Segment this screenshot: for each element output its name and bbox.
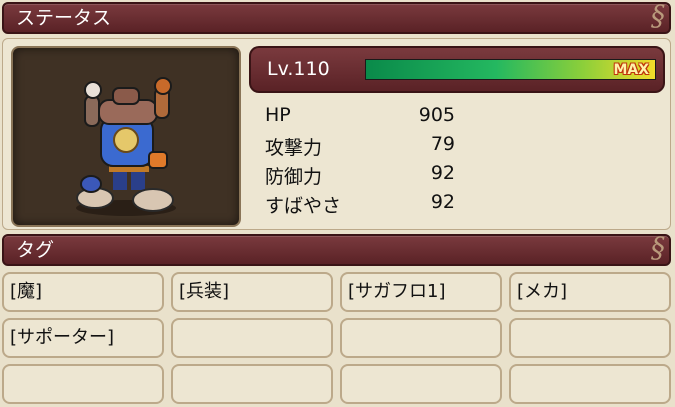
tags-header: タグ §	[2, 234, 671, 266]
ornament-curl-icon: §	[651, 231, 665, 264]
tag-slot[interactable]	[509, 318, 671, 358]
tag-slot[interactable]	[509, 364, 671, 404]
stat-label: 攻撃力	[265, 137, 323, 159]
tag-slot[interactable]: [メカ]	[509, 272, 671, 312]
stat-row-hp: HP 905	[265, 104, 465, 130]
stat-row-defense: 防御力 92	[265, 162, 465, 188]
status-header: ステータス §	[2, 2, 671, 34]
stat-row-speed: すばやさ 92	[265, 191, 465, 217]
level-box: Lv.110 MAX	[249, 46, 665, 93]
stat-label: HP	[265, 104, 291, 126]
exp-bar-fill	[366, 60, 655, 79]
status-header-title: ステータス	[16, 7, 112, 29]
tag-slot[interactable]	[340, 318, 502, 358]
stat-label: 防御力	[265, 166, 323, 188]
max-badge: MAX	[613, 62, 649, 78]
tag-slot[interactable]	[171, 318, 333, 358]
tag-slot[interactable]: [魔]	[2, 272, 164, 312]
character-portrait	[11, 46, 241, 227]
stat-value: 92	[430, 162, 455, 184]
robot-character-image	[76, 77, 176, 216]
level-label: Lv.110	[267, 58, 330, 80]
exp-bar: MAX	[365, 59, 656, 80]
tag-slot[interactable]: [兵装]	[171, 272, 333, 312]
tags-header-title: タグ	[16, 239, 55, 261]
stat-value: 905	[418, 104, 455, 126]
stat-row-attack: 攻撃力 79	[265, 133, 465, 159]
tag-slot[interactable]: [サポーター]	[2, 318, 164, 358]
tag-slot[interactable]: [サガフロ1]	[340, 272, 502, 312]
stat-label: すばやさ	[265, 195, 342, 217]
stat-value: 79	[430, 133, 455, 155]
stat-value: 92	[430, 191, 455, 213]
ornament-curl-icon: §	[651, 0, 665, 32]
tag-slot[interactable]	[340, 364, 502, 404]
tag-slot[interactable]	[171, 364, 333, 404]
tag-slot[interactable]	[2, 364, 164, 404]
